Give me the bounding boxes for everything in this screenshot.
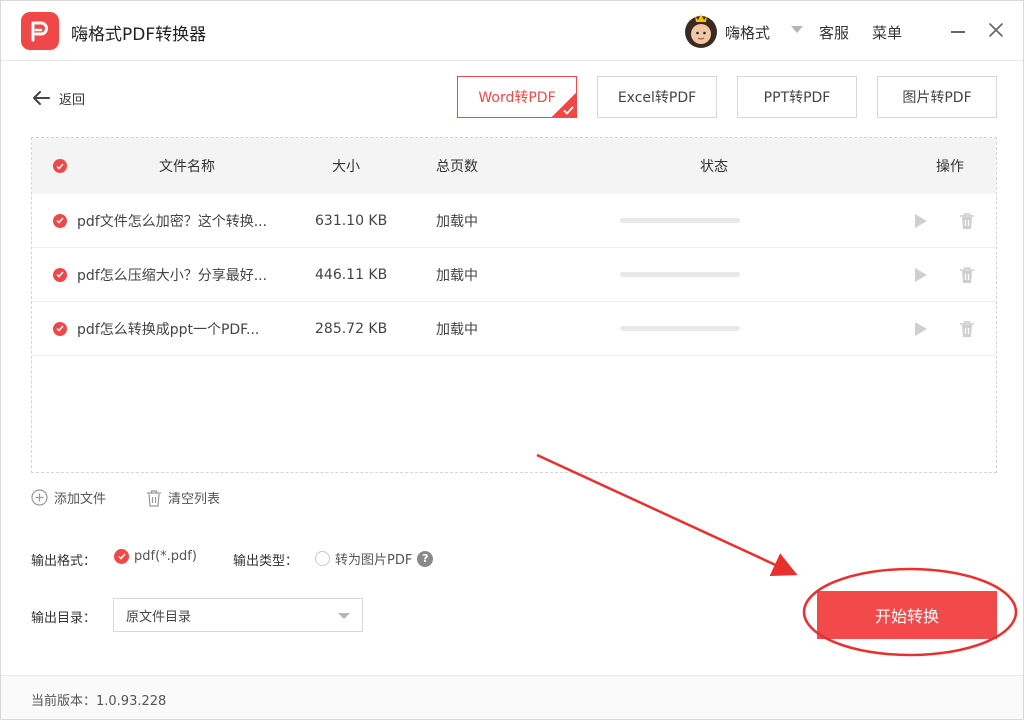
page-count: 加载中 bbox=[436, 267, 478, 284]
back-label: 返回 bbox=[59, 92, 86, 108]
select-all-checkbox[interactable] bbox=[53, 138, 67, 194]
file-list: 文件名称 大小 总页数 状态 操作 pdf文件怎么加密？这个转换... 631.… bbox=[31, 137, 997, 473]
back-button[interactable]: 返回 bbox=[31, 87, 85, 109]
version-text: 当前版本：1.0.93.228 bbox=[31, 694, 167, 709]
status-progress bbox=[620, 194, 740, 247]
checked-icon bbox=[53, 159, 67, 173]
user-name[interactable]: 嗨格式 bbox=[725, 22, 770, 43]
clear-list-label: 清空列表 bbox=[168, 492, 221, 507]
row-checkbox[interactable] bbox=[53, 248, 67, 301]
add-file-label: 添加文件 bbox=[54, 492, 107, 507]
table-row[interactable]: pdf怎么压缩大小？分享最好... 446.11 KB 加载中 bbox=[32, 248, 996, 302]
row-checkbox[interactable] bbox=[53, 302, 67, 355]
arrow-left-icon bbox=[33, 91, 50, 105]
add-file-button[interactable]: 添加文件 bbox=[31, 488, 106, 507]
trash-icon[interactable] bbox=[959, 248, 975, 301]
progress-bar bbox=[620, 272, 740, 277]
tab-ppt-to-pdf[interactable]: PPT转PDF bbox=[737, 76, 857, 118]
status-progress bbox=[620, 248, 740, 301]
tab-image-to-pdf[interactable]: 图片转PDF bbox=[877, 76, 997, 118]
selected-check-icon bbox=[552, 93, 576, 117]
minimize-icon[interactable] bbox=[949, 22, 967, 40]
start-convert-button[interactable]: 开始转换 bbox=[817, 591, 997, 639]
table-header: 文件名称 大小 总页数 状态 操作 bbox=[32, 138, 996, 194]
customer-service-link[interactable]: 客服 bbox=[819, 22, 849, 43]
app-title: 嗨格式PDF转换器 bbox=[71, 25, 207, 45]
output-directory-value: 原文件目录 bbox=[126, 609, 192, 625]
trash-icon[interactable] bbox=[959, 302, 975, 355]
column-header-pages: 总页数 bbox=[436, 159, 478, 175]
format-radio-pdf[interactable]: pdf(*.pdf) bbox=[114, 549, 197, 564]
tab-word-to-pdf[interactable]: Word转PDF bbox=[457, 76, 577, 118]
plus-circle-icon bbox=[31, 489, 48, 506]
status-bar: 当前版本：1.0.93.228 bbox=[1, 675, 1023, 719]
progress-bar bbox=[620, 326, 740, 331]
output-type-label: 输出类型： bbox=[233, 554, 299, 569]
checked-icon bbox=[53, 321, 67, 336]
file-size: 285.72 KB bbox=[315, 320, 388, 337]
page-count: 加载中 bbox=[436, 321, 478, 338]
tab-label: PPT转PDF bbox=[763, 90, 831, 106]
radio-unchecked-icon bbox=[315, 551, 330, 566]
format-radio-label: pdf(*.pdf) bbox=[134, 549, 197, 564]
file-size: 446.11 KB bbox=[315, 266, 388, 283]
type-radio-label: 转为图片PDF bbox=[335, 553, 413, 568]
tab-label: Excel转PDF bbox=[617, 90, 697, 106]
close-icon[interactable] bbox=[987, 21, 1005, 39]
progress-bar bbox=[620, 218, 740, 223]
column-header-actions: 操作 bbox=[936, 159, 964, 175]
play-icon[interactable] bbox=[914, 194, 928, 247]
radio-checked-icon bbox=[114, 549, 129, 564]
user-avatar[interactable] bbox=[683, 11, 719, 49]
type-radio-image-pdf[interactable]: 转为图片PDF ? bbox=[315, 549, 434, 568]
output-directory-select[interactable]: 原文件目录 bbox=[113, 598, 363, 632]
checked-icon bbox=[53, 213, 67, 228]
table-row[interactable]: pdf怎么转换成ppt一个PDF... 285.72 KB 加载中 bbox=[32, 302, 996, 356]
help-icon[interactable]: ? bbox=[417, 550, 434, 567]
app-logo-icon bbox=[21, 12, 59, 50]
chevron-down-icon bbox=[338, 613, 350, 619]
clear-list-button[interactable]: 清空列表 bbox=[146, 488, 220, 507]
page-count: 加载中 bbox=[436, 213, 478, 230]
status-progress bbox=[620, 302, 740, 355]
play-icon[interactable] bbox=[914, 302, 928, 355]
column-header-status: 状态 bbox=[700, 159, 728, 175]
output-format-label: 输出格式： bbox=[31, 554, 97, 569]
title-bar: 嗨格式PDF转换器 嗨格式 客服 菜单 bbox=[1, 1, 1023, 61]
column-header-size: 大小 bbox=[332, 159, 360, 175]
file-size: 631.10 KB bbox=[315, 212, 388, 229]
trash-icon[interactable] bbox=[959, 194, 975, 247]
row-checkbox[interactable] bbox=[53, 194, 67, 247]
trash-outline-icon bbox=[147, 489, 161, 507]
file-name: pdf怎么转换成ppt一个PDF... bbox=[77, 321, 260, 338]
app-window: 嗨格式PDF转换器 嗨格式 客服 菜单 返回 Word转PDF Excel转PD… bbox=[0, 0, 1024, 720]
tab-excel-to-pdf[interactable]: Excel转PDF bbox=[597, 76, 717, 118]
tab-label: Word转PDF bbox=[478, 90, 556, 106]
tab-label: 图片转PDF bbox=[902, 90, 972, 106]
file-name: pdf文件怎么加密？这个转换... bbox=[77, 213, 268, 230]
chevron-down-icon[interactable] bbox=[791, 26, 803, 33]
column-header-name: 文件名称 bbox=[159, 159, 215, 175]
menu-link[interactable]: 菜单 bbox=[872, 22, 902, 43]
checked-icon bbox=[53, 267, 67, 282]
output-directory-label: 输出目录： bbox=[31, 611, 97, 626]
play-icon[interactable] bbox=[914, 248, 928, 301]
file-name: pdf怎么压缩大小？分享最好... bbox=[77, 267, 268, 284]
table-row[interactable]: pdf文件怎么加密？这个转换... 631.10 KB 加载中 bbox=[32, 194, 996, 248]
